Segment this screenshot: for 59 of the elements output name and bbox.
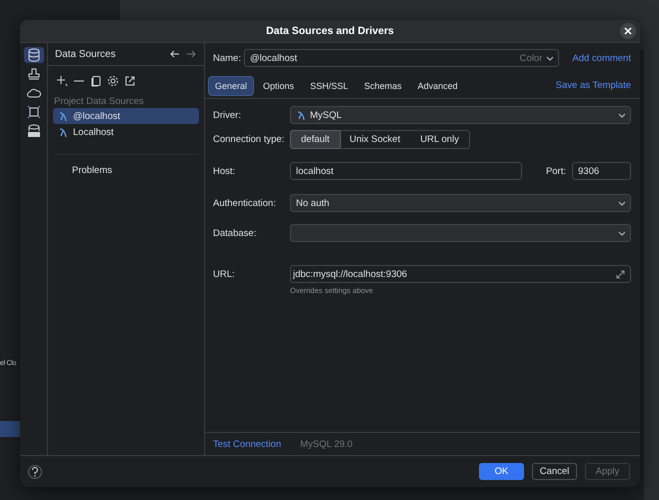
connection-type-option[interactable]: Unix Socket <box>340 131 410 148</box>
tab[interactable]: SSH/SSL <box>303 76 356 96</box>
data-source-item[interactable]: @localhost <box>53 108 199 124</box>
chevron-down-icon <box>617 229 625 237</box>
chevron-down-icon <box>617 199 625 207</box>
authentication-dropdown[interactable]: No auth <box>290 194 631 212</box>
field-label: Database: <box>213 228 258 238</box>
add-comment-link[interactable]: Add comment <box>572 52 631 64</box>
data-source-item[interactable]: Localhost <box>53 124 199 140</box>
expand-icon[interactable] <box>616 270 625 278</box>
save-as-template-link[interactable]: Save as Template <box>556 80 631 91</box>
back-arrow-icon[interactable] <box>170 50 180 58</box>
close-icon <box>624 27 632 35</box>
problems-item[interactable]: Problems <box>54 154 198 186</box>
version-text: MySQL 29.0 <box>300 438 353 450</box>
field-label: Connection type: <box>213 134 286 145</box>
dialog-title: Data Sources and Drivers <box>266 25 394 37</box>
dialog-button[interactable]: Cancel <box>532 463 577 480</box>
selected-row <box>0 421 20 437</box>
url-field[interactable]: jdbc:mysql://localhost:9306 <box>290 265 631 283</box>
cloud-icon <box>26 86 40 100</box>
database-icon <box>26 48 40 62</box>
chevron-down-icon <box>545 54 554 62</box>
connection-type-option[interactable]: default <box>291 131 340 148</box>
driver-dropdown[interactable]: MySQL <box>290 106 631 124</box>
stamp-icon <box>26 67 40 81</box>
dialog-button[interactable]: OK <box>479 463 524 480</box>
connection-type-option[interactable]: URL only <box>410 131 469 148</box>
settings-icon[interactable] <box>107 75 119 87</box>
close-button[interactable] <box>620 23 636 39</box>
driver-icon <box>58 110 68 122</box>
field-label: Host: <box>213 166 236 176</box>
add-icon[interactable] <box>56 75 68 87</box>
panel-title: Data Sources <box>55 48 116 60</box>
tab[interactable]: Schemas <box>357 76 409 96</box>
frame-icon <box>26 105 40 119</box>
tab[interactable]: Advanced <box>410 76 465 96</box>
tab[interactable]: General <box>208 76 254 96</box>
help-icon <box>31 466 39 476</box>
rail-tab[interactable] <box>24 47 44 63</box>
test-connection-link[interactable]: Test Connection <box>213 438 282 450</box>
driver-icon <box>58 126 68 138</box>
forward-arrow-icon[interactable] <box>186 50 196 58</box>
field-label: Driver: <box>213 110 242 120</box>
ddl-icon <box>26 124 40 138</box>
section-label: Project Data Sources <box>53 95 145 108</box>
external-link-icon[interactable] <box>124 75 136 87</box>
field-label: URL: <box>213 268 236 280</box>
driver-icon <box>296 109 306 121</box>
help-button[interactable] <box>28 464 42 478</box>
field-label: Name: <box>213 52 242 64</box>
tab[interactable]: Options <box>256 76 302 96</box>
name-field[interactable]: @localhost Color <box>244 49 560 67</box>
field-label: Authentication: <box>213 198 277 208</box>
chevron-down-icon <box>617 111 625 119</box>
port-field[interactable]: 9306 <box>572 162 631 180</box>
field-label: Port: <box>546 166 566 176</box>
copy-icon[interactable] <box>90 75 102 87</box>
host-field[interactable]: localhost <box>290 162 522 180</box>
